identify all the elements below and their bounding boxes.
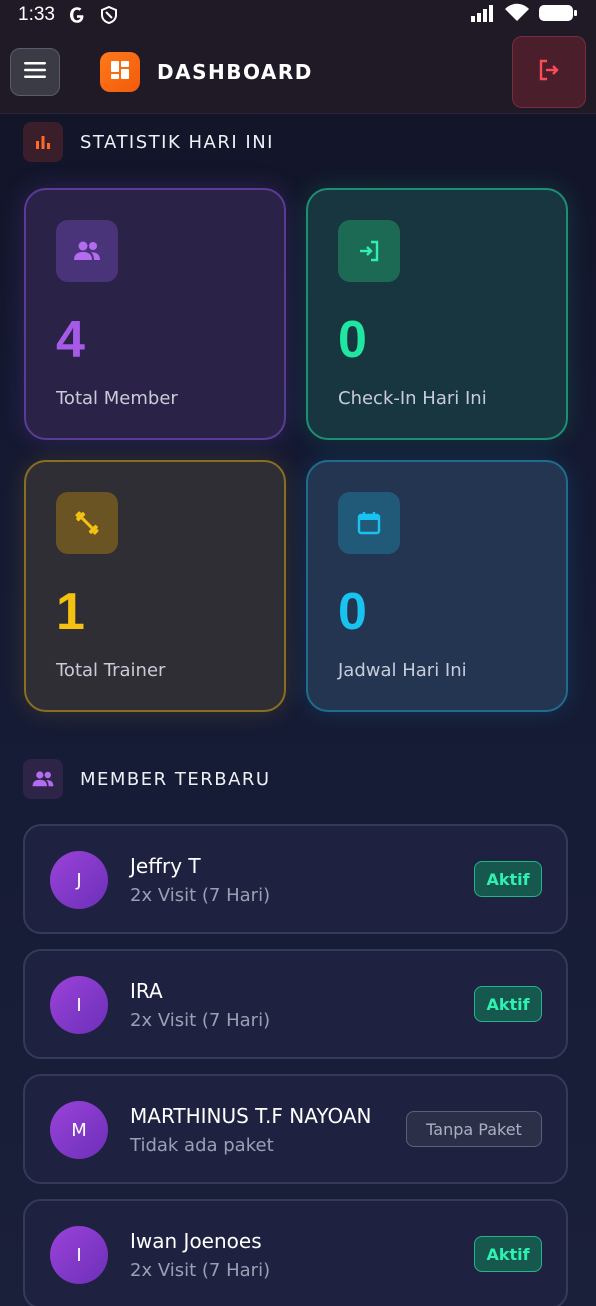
google-icon [67, 5, 87, 25]
bar-chart-icon [23, 122, 63, 162]
hamburger-icon [23, 61, 47, 83]
logout-button[interactable] [512, 36, 586, 108]
member-name: Iwan Joenoes [130, 1229, 262, 1253]
member-list-item[interactable]: I IRA 2x Visit (7 Hari) Aktif [23, 949, 568, 1059]
calendar-icon [338, 492, 400, 554]
member-visits: 2x Visit (7 Hari) [130, 1010, 271, 1031]
avatar: I [50, 1226, 108, 1284]
stat-value: 1 [56, 583, 85, 641]
member-visits: 2x Visit (7 Hari) [130, 1260, 271, 1281]
battery-icon [538, 3, 578, 27]
stat-label: Total Member [56, 388, 178, 409]
status-time: 1:33 [18, 4, 55, 25]
stats-section-title: STATISTIK HARI INI [80, 131, 274, 153]
stat-card-schedule-today[interactable]: 0 Jadwal Hari Ini [306, 460, 568, 712]
members-section-header: MEMBER TERBARU [23, 759, 271, 799]
app-logo [100, 52, 140, 92]
stat-label: Total Trainer [56, 660, 166, 681]
stat-value: 0 [338, 583, 367, 641]
group-icon [56, 220, 118, 282]
member-visits: 2x Visit (7 Hari) [130, 885, 271, 906]
logout-icon [535, 56, 563, 88]
dashboard-screen: 1:33 DASHBOARD STATISTIK HARI INI 4 Tota… [0, 0, 596, 1306]
members-section-title: MEMBER TERBARU [80, 768, 271, 790]
stat-card-total-member[interactable]: 4 Total Member [24, 188, 286, 440]
avatar: I [50, 976, 108, 1034]
shield-icon [99, 5, 119, 25]
stat-value: 4 [56, 311, 85, 369]
status-badge: Tanpa Paket [406, 1111, 542, 1147]
dashboard-grid-icon [109, 59, 131, 85]
menu-button[interactable] [10, 48, 60, 96]
app-header: DASHBOARD [0, 30, 596, 114]
member-name: Jeffry T [130, 854, 201, 878]
page-title: DASHBOARD [157, 60, 313, 84]
group-icon [23, 759, 63, 799]
stats-section-header: STATISTIK HARI INI [23, 122, 274, 162]
stat-value: 0 [338, 311, 367, 369]
member-name: IRA [130, 979, 163, 1003]
member-list-item[interactable]: M MARTHINUS T.F NAYOAN Tidak ada paket T… [23, 1074, 568, 1184]
member-list-item[interactable]: J Jeffry T 2x Visit (7 Hari) Aktif [23, 824, 568, 934]
stat-card-total-trainer[interactable]: 1 Total Trainer [24, 460, 286, 712]
member-list-item[interactable]: I Iwan Joenoes 2x Visit (7 Hari) Aktif [23, 1199, 568, 1306]
stat-card-checkin-today[interactable]: 0 Check-In Hari Ini [306, 188, 568, 440]
member-name: MARTHINUS T.F NAYOAN [130, 1104, 372, 1128]
signal-icon [470, 3, 496, 27]
avatar: M [50, 1101, 108, 1159]
member-package: Tidak ada paket [130, 1135, 274, 1156]
dumbbell-icon [56, 492, 118, 554]
status-badge: Aktif [474, 1236, 542, 1272]
status-badge: Aktif [474, 861, 542, 897]
wifi-icon [504, 3, 530, 27]
stat-label: Check-In Hari Ini [338, 388, 487, 409]
avatar: J [50, 851, 108, 909]
status-badge: Aktif [474, 986, 542, 1022]
status-bar: 1:33 [0, 0, 596, 30]
stat-label: Jadwal Hari Ini [338, 660, 467, 681]
login-icon [338, 220, 400, 282]
